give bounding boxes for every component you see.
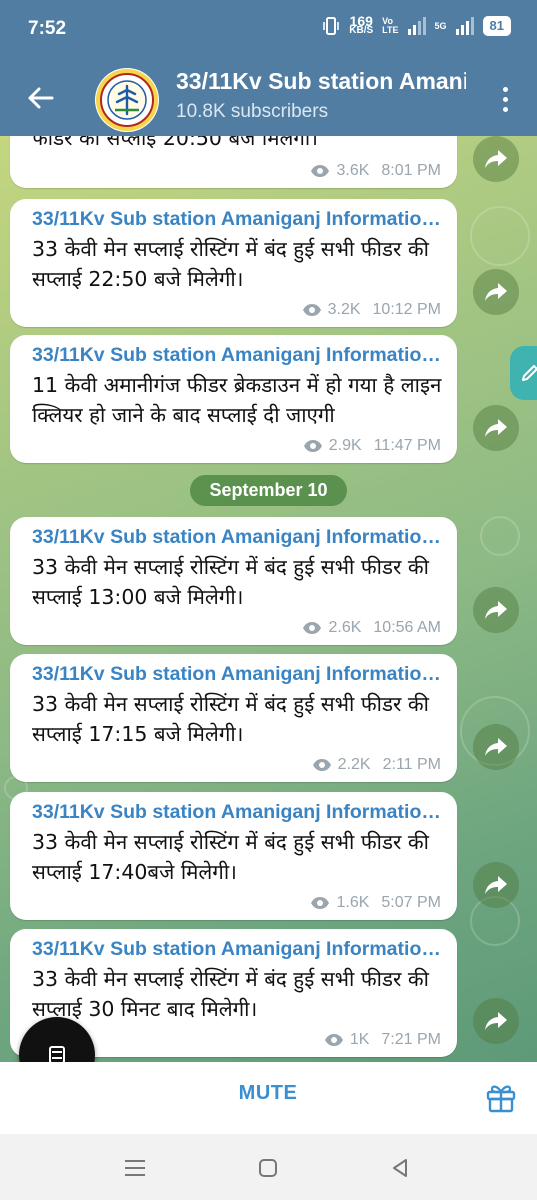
message-bubble[interactable]: फीडर की सप्लाई 20:50 बजे मिलेगी। 3.6K 8:… — [10, 136, 457, 188]
message-bubble[interactable]: 33/11Kv Sub station Amaniganj Informatio… — [10, 335, 457, 463]
menu-lines-icon — [125, 1160, 145, 1176]
message-sender[interactable]: 33/11Kv Sub station Amaniganj Informatio… — [32, 799, 443, 825]
share-button[interactable] — [473, 862, 519, 908]
back-triangle-icon — [393, 1159, 407, 1177]
share-button[interactable] — [473, 405, 519, 451]
channel-logo-icon — [96, 69, 158, 131]
message-sender[interactable]: 33/11Kv Sub station Amaniganj Informatio… — [32, 342, 443, 368]
channel-title[interactable]: 33/11Kv Sub station Amaniganj Informatio… — [176, 68, 466, 95]
edit-tab[interactable] — [510, 346, 537, 400]
message-time: 5:07 PM — [381, 894, 441, 911]
battery-indicator: 81 — [482, 16, 511, 36]
message-text: 33 केवी मेन सप्लाई रोस्टिंग में बंद हुई … — [32, 830, 429, 884]
more-options-button[interactable] — [493, 82, 517, 116]
message-time: 10:12 PM — [372, 301, 441, 318]
message-meta: 3.6K 8:01 PM — [310, 162, 441, 180]
message-text: 33 केवी मेन सप्लाई रोस्टिंग में बंद हुई … — [32, 967, 429, 1021]
eye-icon — [303, 622, 322, 634]
message-time: 8:01 PM — [381, 162, 441, 179]
home-square-icon — [259, 1159, 277, 1177]
status-bar: 7:52 169 KB/S Vo LTE 5G 81 — [0, 0, 537, 60]
eye-icon — [303, 440, 322, 452]
message-sender[interactable]: 33/11Kv Sub station Amaniganj Informatio… — [32, 524, 443, 550]
chat-header: 33/11Kv Sub station Amaniganj Informatio… — [0, 60, 537, 136]
share-arrow-icon — [485, 1012, 507, 1030]
message-time: 11:47 PM — [373, 437, 441, 454]
message-meta: 1.6K 5:07 PM — [310, 894, 441, 912]
back-button[interactable] — [18, 76, 62, 120]
message-time: 2:11 PM — [382, 756, 441, 773]
share-button[interactable] — [473, 136, 519, 182]
message-bubble[interactable]: 33/11Kv Sub station Amaniganj Informatio… — [10, 199, 457, 327]
view-count: 1.6K — [336, 894, 370, 911]
channel-avatar[interactable] — [95, 68, 159, 132]
bottom-bar: MUTE — [0, 1062, 537, 1134]
message-text: 33 केवी मेन सप्लाई रोस्टिंग में बंद हुई … — [32, 692, 429, 746]
view-count: 2.9K — [328, 437, 362, 454]
share-button[interactable] — [473, 269, 519, 315]
subscriber-count: 10.8K subscribers — [176, 101, 329, 122]
eye-icon — [312, 759, 331, 771]
share-arrow-icon — [485, 601, 507, 619]
share-arrow-icon — [485, 150, 507, 168]
signal-bars-2-icon — [455, 17, 474, 35]
status-icons: 169 KB/S Vo LTE 5G 81 — [322, 14, 511, 36]
share-arrow-icon — [485, 876, 507, 894]
view-count: 2.6K — [328, 619, 362, 636]
message-text: फीडर की सप्लाई 20:50 बजे मिलेगी। — [32, 136, 318, 150]
view-count: 3.2K — [327, 301, 361, 318]
view-count: 3.6K — [336, 162, 370, 179]
message-meta: 3.2K 10:12 PM — [302, 301, 441, 319]
back-arrow-icon — [28, 87, 54, 109]
share-arrow-icon — [485, 419, 507, 437]
system-nav-bar — [0, 1134, 537, 1200]
lte-label: LTE — [382, 25, 399, 35]
message-meta: 2.6K 10:56 AM — [302, 619, 441, 637]
net-speed: 169 KB/S — [349, 14, 374, 36]
message-bubble[interactable]: 33/11Kv Sub station Amaniganj Informatio… — [10, 792, 457, 920]
message-bubble[interactable]: 33/11Kv Sub station Amaniganj Informatio… — [10, 654, 457, 782]
net-speed-unit: KB/S — [349, 25, 374, 36]
share-button[interactable] — [473, 998, 519, 1044]
view-count: 2.2K — [337, 756, 371, 773]
message-text: 33 केवी मेन सप्लाई रोस्टिंग में बंद हुई … — [32, 555, 429, 609]
vibrate-icon — [323, 17, 340, 35]
eye-icon — [324, 1034, 343, 1046]
eye-icon — [311, 897, 330, 909]
status-time: 7:52 — [28, 18, 67, 39]
message-text: 11 केवी अमानीगंज फीडर ब्रेकडाउन में हो ग… — [32, 373, 442, 427]
view-count: 1K — [349, 1031, 370, 1048]
message-meta: 2.2K 2:11 PM — [312, 756, 441, 774]
volte-indicator: Vo LTE — [382, 17, 398, 35]
message-sender[interactable]: 33/11Kv Sub station Amaniganj Informatio… — [32, 206, 443, 232]
message-bubble[interactable]: 33/11Kv Sub station Amaniganj Informatio… — [10, 517, 457, 645]
mute-button[interactable]: MUTE — [218, 1082, 318, 1105]
more-vertical-icon — [502, 86, 508, 92]
back-nav-button[interactable] — [386, 1154, 414, 1182]
message-time: 10:56 AM — [373, 619, 441, 636]
message-text: 33 केवी मेन सप्लाई रोस्टिंग में बंद हुई … — [32, 237, 429, 291]
fiveg-label: 5G — [434, 20, 447, 31]
date-separator: September 10 — [190, 475, 347, 506]
message-time: 7:21 PM — [381, 1031, 441, 1048]
share-arrow-icon — [485, 738, 507, 756]
gift-icon — [486, 1085, 516, 1113]
eye-icon — [302, 304, 321, 316]
eye-icon — [311, 165, 330, 177]
share-button[interactable] — [473, 724, 519, 770]
message-meta: 2.9K 11:47 PM — [303, 437, 441, 455]
pencil-icon — [522, 365, 537, 381]
signal-bars-1-icon — [407, 17, 426, 35]
share-button[interactable] — [473, 587, 519, 633]
gift-button[interactable] — [484, 1080, 518, 1114]
chat-area[interactable]: फीडर की सप्लाई 20:50 बजे मिलेगी। 3.6K 8:… — [0, 136, 537, 1062]
home-button[interactable] — [254, 1154, 282, 1182]
message-meta: 1K 7:21 PM — [324, 1031, 441, 1049]
message-sender[interactable]: 33/11Kv Sub station Amaniganj Informatio… — [32, 661, 443, 687]
recent-apps-button[interactable] — [121, 1154, 149, 1182]
share-arrow-icon — [485, 283, 507, 301]
message-sender[interactable]: 33/11Kv Sub station Amaniganj Informatio… — [32, 936, 443, 962]
